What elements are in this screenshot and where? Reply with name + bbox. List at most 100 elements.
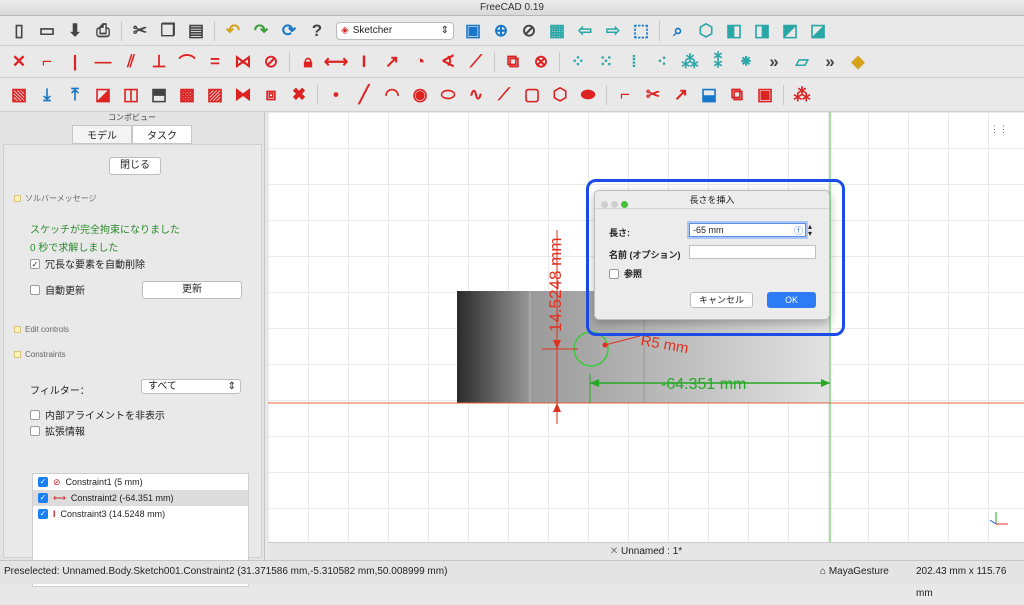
point-icon[interactable]: • [323, 82, 349, 108]
save-icon[interactable]: ⬇ [62, 18, 88, 44]
close-icon[interactable]: ✕ [610, 546, 618, 557]
map-sketch-icon[interactable]: ▱ [789, 49, 815, 75]
sketch-tools-icon[interactable]: ⁂ [789, 82, 815, 108]
leave-sketch-icon[interactable]: ⤓ [34, 82, 60, 108]
select-vertical-axis-icon[interactable]: ⁞ [621, 49, 647, 75]
carbon-copy-icon[interactable]: ⧉ [724, 82, 750, 108]
name-input[interactable] [689, 245, 816, 259]
select-origin-icon[interactable]: ⁙ [593, 49, 619, 75]
external-geometry-icon[interactable]: ⬓ [696, 82, 722, 108]
select-redundant-icon[interactable]: ⁂ [677, 49, 703, 75]
reorient-icon[interactable]: ⬒ [146, 82, 172, 108]
edit-controls-header[interactable]: Edit controls [14, 325, 69, 334]
overflow-chevron-2-icon[interactable]: » [817, 49, 843, 75]
back-icon[interactable]: ⇦ [572, 18, 598, 44]
tab-tasks[interactable]: タスク [132, 125, 192, 144]
fit-selection-icon[interactable]: ⊕ [488, 18, 514, 44]
perpendicular-icon[interactable]: ⊥ [146, 49, 172, 75]
select-conflicting-icon[interactable]: ⁑ [705, 49, 731, 75]
list-item[interactable]: ✓ I Constraint3 (14.5248 mm) [33, 506, 248, 522]
refresh-icon[interactable]: ⟳ [276, 18, 302, 44]
axonometric-icon[interactable]: ⬡ [693, 18, 719, 44]
symmetric-icon[interactable]: ⋈ [230, 49, 256, 75]
view-section-icon[interactable]: ◪ [90, 82, 116, 108]
list-item[interactable]: ✓ ⊘ Constraint1 (5 mm) [33, 474, 248, 490]
fit-all-icon[interactable]: ▣ [460, 18, 486, 44]
vertical-dimension-label[interactable]: 14.5248 mm [546, 238, 565, 333]
vertical-icon[interactable]: | [62, 49, 88, 75]
parallel-icon[interactable]: ⫽ [118, 49, 144, 75]
auto-remove-checkbox[interactable]: ✓ 冗長な要素を自動削除 [30, 256, 145, 271]
view-menu-icon[interactable]: ⋮⋮ [990, 124, 1008, 134]
bounding-box-icon[interactable]: ▦ [544, 18, 570, 44]
block-icon[interactable]: ⊘ [258, 49, 284, 75]
forward-icon[interactable]: ⇨ [600, 18, 626, 44]
list-item[interactable]: ✓ ⟷ Constraint2 (-64.351 mm) [33, 490, 248, 506]
bspline-icon[interactable]: ∿ [463, 82, 489, 108]
close-button[interactable]: 閉じる [109, 157, 161, 175]
lock-icon[interactable]: 🔒︎ [295, 49, 321, 75]
checkmark-icon[interactable]: ✓ [38, 509, 48, 519]
delete-all-icon[interactable]: ✖ [286, 82, 312, 108]
point-on-object-icon[interactable]: ⌐ [34, 49, 60, 75]
rectangle-icon[interactable]: ▢ [519, 82, 545, 108]
right-view-icon[interactable]: ◩ [777, 18, 803, 44]
update-button[interactable]: 更新 [142, 281, 242, 299]
checkmark-icon[interactable]: ✓ [38, 477, 48, 487]
line-icon[interactable]: ╱ [351, 82, 377, 108]
minimize-window-icon[interactable] [611, 201, 618, 208]
toggle-construction-icon[interactable]: ▣ [752, 82, 778, 108]
horizontal-icon[interactable]: — [90, 49, 116, 75]
zoom-window-icon[interactable] [621, 201, 628, 208]
paste-icon[interactable]: ▤ [183, 18, 209, 44]
toggle-driving-icon[interactable]: ⧉ [500, 49, 526, 75]
filter-select[interactable]: すべて ⇕ [141, 379, 241, 394]
checkmark-icon[interactable]: ✓ [38, 493, 48, 503]
constraints-header[interactable]: Constraints [14, 350, 65, 359]
angle-icon[interactable]: ∢ [435, 49, 461, 75]
fillet-icon[interactable]: ⌐ [612, 82, 638, 108]
tab-model[interactable]: モデル [72, 125, 132, 144]
merge-icon[interactable]: ▨ [202, 82, 228, 108]
snell-icon[interactable]: ⟋ [463, 49, 489, 75]
equal-icon[interactable]: = [202, 49, 228, 75]
navigation-style[interactable]: ⌂ MayaGesture [820, 561, 889, 583]
radius-icon[interactable]: ◔ [407, 49, 433, 75]
reference-checkbox[interactable]: 参照 [609, 267, 642, 280]
length-input[interactable]: -65 mm ⓕ [689, 223, 806, 237]
horizontal-dimension-label[interactable]: -64.351 mm [661, 376, 746, 393]
ok-button[interactable]: OK [767, 292, 816, 308]
coincident-icon[interactable]: ✕ [6, 49, 32, 75]
redo-icon[interactable]: ↷ [248, 18, 274, 44]
toggle-active-icon[interactable]: ⊗ [528, 49, 554, 75]
conic-icon[interactable]: ⬭ [435, 82, 461, 108]
select-elements-icon[interactable]: ⁕ [733, 49, 759, 75]
new-file-icon[interactable]: ▯ [6, 18, 32, 44]
cancel-button[interactable]: キャンセル [690, 292, 753, 308]
map-sketch-face-icon[interactable]: ◫ [118, 82, 144, 108]
clone-icon[interactable]: ⧈ [258, 82, 284, 108]
copy-icon[interactable]: ❐ [155, 18, 181, 44]
auto-update-checkbox[interactable]: 自動更新 [30, 282, 85, 297]
close-window-icon[interactable] [601, 201, 608, 208]
part-icon[interactable]: ◆ [845, 49, 871, 75]
rear-view-icon[interactable]: ◪ [805, 18, 831, 44]
hide-internal-checkbox[interactable]: 内部アライメントを非表示 [30, 407, 165, 422]
extend-icon[interactable]: ↗ [668, 82, 694, 108]
spin-buttons-icon[interactable]: ▴ ▾ [808, 223, 812, 238]
extended-info-checkbox[interactable]: 拡張情報 [30, 423, 85, 438]
slot-icon[interactable]: ⬬ [575, 82, 601, 108]
draw-style-icon[interactable]: ⊘ [516, 18, 542, 44]
polyline-icon[interactable]: ⟋ [491, 82, 517, 108]
solver-section-header[interactable]: ソルバーメッセージ [14, 193, 97, 204]
distance-icon[interactable]: ↗ [379, 49, 405, 75]
document-tab[interactable]: ✕ Unnamed : 1* [610, 546, 682, 557]
cut-icon[interactable]: ✂ [127, 18, 153, 44]
mirror-icon[interactable]: ⧓ [230, 82, 256, 108]
validate-icon[interactable]: ▩ [174, 82, 200, 108]
new-sketch-icon[interactable]: ▧ [6, 82, 32, 108]
horizontal-distance-icon[interactable]: ⟷ [323, 49, 349, 75]
link-icon[interactable]: ⬚ [628, 18, 654, 44]
select-horizontal-axis-icon[interactable]: ⁖ [649, 49, 675, 75]
polygon-icon[interactable]: ⬡ [547, 82, 573, 108]
